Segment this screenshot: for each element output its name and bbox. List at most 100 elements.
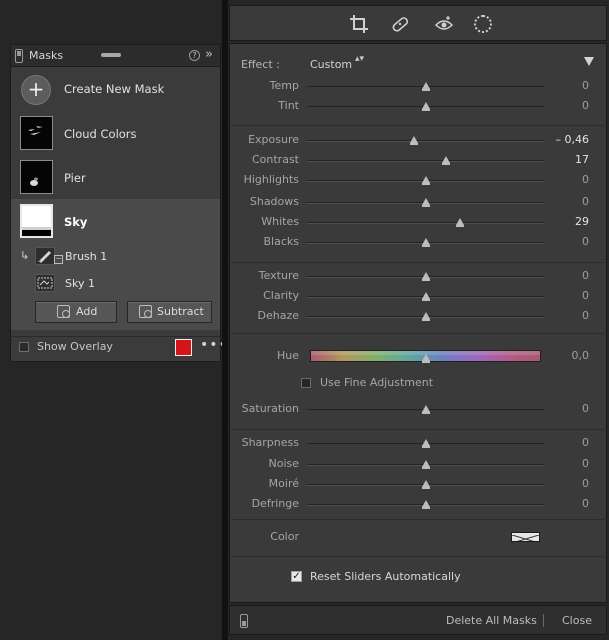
slider-thumb-exposure[interactable]: [409, 136, 418, 145]
slider-thumb-contrast[interactable]: [441, 156, 450, 165]
slider-thumb-highlights[interactable]: [421, 176, 430, 185]
create-new-mask-button[interactable]: +: [21, 75, 51, 105]
slider-thumb-blacks[interactable]: [421, 238, 430, 247]
slider-thumb-dehaze[interactable]: [421, 312, 430, 321]
mask-thumbnail-pier[interactable]: [20, 160, 53, 194]
adjustments-panel: Effect : Custom ▴▾ Use Fine Adjustment C…: [229, 43, 607, 603]
show-overlay-label[interactable]: Show Overlay: [37, 340, 113, 353]
reset-sliders-label[interactable]: Reset Sliders Automatically: [310, 570, 461, 583]
heal-icon[interactable]: [389, 13, 411, 35]
slider-track-exposure[interactable]: [307, 140, 544, 142]
collapse-panel-icon[interactable]: »: [205, 47, 213, 62]
mask-thumbnail-cloud-colors[interactable]: [20, 116, 53, 150]
subtract-button[interactable]: Subtract: [127, 301, 212, 323]
slider-label-noise: Noise: [268, 457, 299, 470]
mask-thumbnail-sky[interactable]: [20, 204, 53, 238]
slider-value-sharpness[interactable]: 0: [582, 436, 589, 449]
slider-thumb-texture[interactable]: [421, 272, 430, 281]
slider-thumb-saturation[interactable]: [421, 405, 430, 414]
close-button[interactable]: Close: [562, 614, 592, 627]
slider-thumb-noise[interactable]: [421, 460, 430, 469]
masks-panel: Masks ? » + Create New Mask Cloud Colors…: [10, 44, 227, 362]
panel-drag-handle[interactable]: [101, 53, 121, 57]
color-label: Color: [270, 530, 299, 543]
slider-label-whites: Whites: [261, 215, 299, 228]
mask-label-cloud-colors[interactable]: Cloud Colors: [64, 127, 137, 141]
slider-value-shadows[interactable]: 0: [582, 195, 589, 208]
sky-icon[interactable]: [35, 274, 55, 292]
slider-value-texture[interactable]: 0: [582, 269, 589, 282]
slider-label-defringe: Defringe: [251, 497, 299, 510]
effect-menu-triangle-icon[interactable]: [584, 57, 594, 66]
slider-thumb-hue[interactable]: [421, 354, 430, 363]
slider-thumb-whites[interactable]: [455, 218, 464, 227]
crop-icon[interactable]: [348, 13, 370, 35]
mask-label-pier[interactable]: Pier: [64, 171, 86, 185]
section-divider: [231, 429, 607, 430]
slider-label-tint: Tint: [278, 99, 299, 112]
add-button[interactable]: Add: [35, 301, 117, 323]
masks-panel-title: Masks: [29, 49, 64, 62]
slider-thumb-shadows[interactable]: [421, 198, 430, 207]
section-divider: [231, 333, 607, 334]
slider-value-clarity[interactable]: 0: [582, 289, 589, 302]
slider-label-clarity: Clarity: [263, 289, 299, 302]
effect-dropdown-arrows-icon[interactable]: ▴▾: [355, 55, 364, 64]
slider-thumb-temp[interactable]: [421, 82, 430, 91]
masking-icon[interactable]: [474, 15, 492, 33]
slider-label-sharpness: Sharpness: [241, 436, 299, 449]
slider-value-dehaze[interactable]: 0: [582, 309, 589, 322]
panel-toggle-icon[interactable]: [15, 49, 23, 63]
slider-value-moire[interactable]: 0: [582, 477, 589, 490]
brush-icon[interactable]: [35, 247, 55, 265]
reset-sliders-checkbox[interactable]: ✓: [291, 571, 302, 582]
overlay-color-swatch[interactable]: [175, 339, 192, 356]
slider-track-whites[interactable]: [307, 222, 544, 224]
slider-thumb-tint[interactable]: [421, 102, 430, 111]
effect-preset-dropdown[interactable]: Custom: [310, 58, 352, 71]
fine-adjustment-checkbox[interactable]: [301, 378, 311, 388]
slider-thumb-clarity[interactable]: [421, 292, 430, 301]
color-swatch[interactable]: [511, 532, 540, 542]
masks-footer: Delete All Masks Close: [229, 605, 607, 635]
sub-component-label-sky[interactable]: Sky 1: [65, 277, 95, 290]
sub-component-arrow-icon: ↳: [20, 249, 30, 262]
slider-label-dehaze: Dehaze: [257, 309, 300, 322]
create-new-mask-label[interactable]: Create New Mask: [64, 82, 164, 96]
slider-thumb-sharpness[interactable]: [421, 439, 430, 448]
slider-value-hue[interactable]: 0,0: [572, 349, 590, 362]
slider-value-contrast[interactable]: 17: [575, 153, 589, 166]
red-eye-icon[interactable]: [433, 13, 455, 35]
slider-value-highlights[interactable]: 0: [582, 173, 589, 186]
effect-label: Effect :: [241, 58, 280, 71]
slider-label-moire: Moiré: [268, 477, 299, 490]
subtract-button-label: Subtract: [157, 305, 204, 318]
slider-value-temp[interactable]: 0: [582, 79, 589, 92]
tool-strip: [229, 5, 607, 41]
slider-track-contrast[interactable]: [307, 160, 544, 162]
slider-value-exposure[interactable]: – 0,46: [556, 133, 590, 146]
slider-value-tint[interactable]: 0: [582, 99, 589, 112]
sub-component-label-brush[interactable]: Brush 1: [65, 250, 107, 263]
slider-label-exposure: Exposure: [248, 133, 299, 146]
footer-toggle-icon[interactable]: [240, 614, 248, 628]
help-icon[interactable]: ?: [189, 50, 200, 61]
slider-value-defringe[interactable]: 0: [582, 497, 589, 510]
delete-all-masks-button[interactable]: Delete All Masks: [446, 614, 537, 627]
fine-adjustment-label[interactable]: Use Fine Adjustment: [320, 376, 433, 389]
slider-thumb-moire[interactable]: [421, 480, 430, 489]
slider-value-whites[interactable]: 29: [575, 215, 589, 228]
slider-thumb-defringe[interactable]: [421, 500, 430, 509]
section-divider: [231, 519, 607, 520]
mask-label-sky[interactable]: Sky: [64, 215, 87, 229]
show-overlay-checkbox[interactable]: [19, 342, 29, 352]
slider-value-noise[interactable]: 0: [582, 457, 589, 470]
section-divider: [231, 125, 607, 126]
slider-value-blacks[interactable]: 0: [582, 235, 589, 248]
slider-label-blacks: Blacks: [263, 235, 300, 248]
brush-subtract-icon: −: [54, 254, 63, 264]
slider-value-saturation[interactable]: 0: [582, 402, 589, 415]
divider: [11, 336, 220, 337]
slider-label-temp: Temp: [269, 79, 299, 92]
masks-panel-header: Masks ? »: [11, 45, 220, 67]
